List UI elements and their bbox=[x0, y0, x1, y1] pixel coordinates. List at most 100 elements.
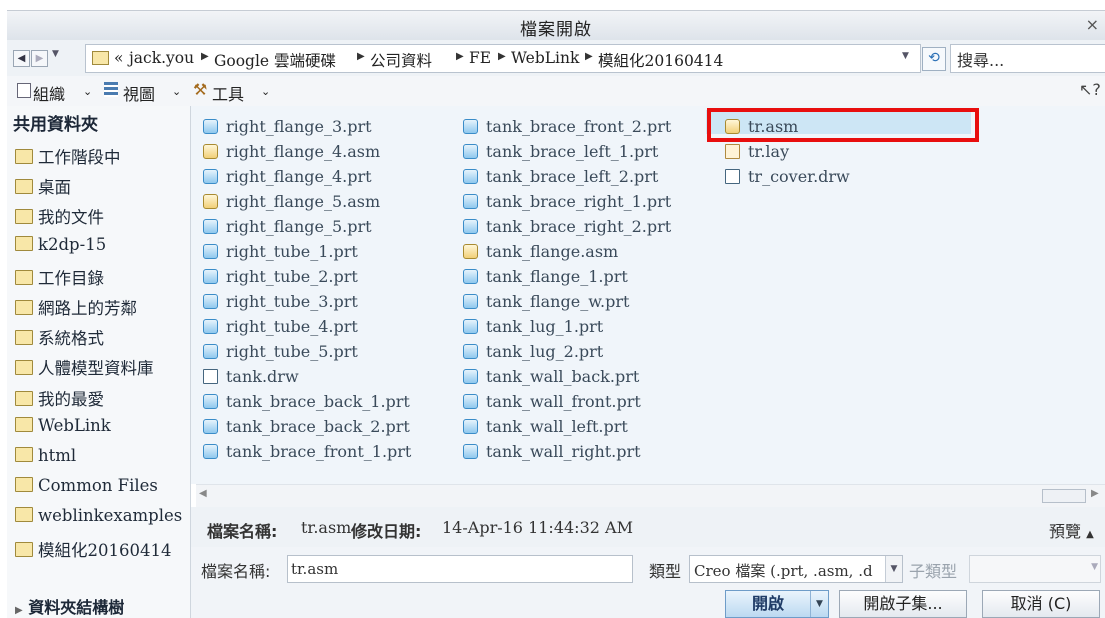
crumb-company-data[interactable]: 公司資料 bbox=[370, 49, 432, 71]
sidebar-item-label: weblinkexamples bbox=[38, 506, 183, 526]
prt-file-icon bbox=[203, 294, 218, 309]
open-subset-button[interactable]: 開啟子集... bbox=[839, 590, 967, 618]
file-item[interactable]: tank_flange.asm bbox=[463, 239, 671, 264]
chevron-down-icon[interactable]: ▼ bbox=[810, 591, 828, 617]
file-item[interactable]: tank_brace_left_1.prt bbox=[463, 139, 671, 164]
preview-toggle[interactable]: 預覽 ▲ bbox=[1049, 518, 1094, 542]
tools-menu[interactable]: 工具 bbox=[212, 81, 244, 105]
close-icon[interactable]: × bbox=[1086, 15, 1099, 34]
file-item[interactable]: right_flange_4.asm bbox=[203, 139, 411, 164]
file-item[interactable]: tank.drw bbox=[203, 364, 411, 389]
expand-icon[interactable]: ▶ bbox=[15, 605, 23, 616]
prt-file-icon bbox=[463, 344, 478, 359]
file-item[interactable]: right_tube_1.prt bbox=[203, 239, 411, 264]
chevron-down-icon[interactable]: ⌄ bbox=[172, 85, 181, 98]
file-item[interactable]: right_flange_5.asm bbox=[203, 189, 411, 214]
crumb-arrow-icon[interactable]: ▶ bbox=[498, 51, 506, 62]
file-item[interactable]: tank_brace_front_1.prt bbox=[203, 439, 411, 464]
file-name: tank_flange_1.prt bbox=[486, 267, 628, 286]
search-input[interactable]: 搜尋... bbox=[950, 44, 1105, 73]
sidebar-item[interactable]: 模組化20160414 bbox=[15, 537, 171, 561]
file-item[interactable]: tank_wall_right.prt bbox=[463, 439, 671, 464]
file-column-1: right_flange_3.prt right_flange_4.asm righ… bbox=[203, 114, 411, 464]
file-item[interactable]: tank_brace_right_1.prt bbox=[463, 189, 671, 214]
file-item[interactable]: right_tube_2.prt bbox=[203, 264, 411, 289]
sidebar-item[interactable]: 網路上的芳鄰 bbox=[15, 295, 137, 319]
file-item[interactable]: tank_brace_left_2.prt bbox=[463, 164, 671, 189]
cancel-button[interactable]: 取消 (C) bbox=[982, 590, 1100, 618]
prt-file-icon bbox=[463, 119, 478, 134]
file-item[interactable]: right_flange_5.prt bbox=[203, 214, 411, 239]
file-item[interactable]: tank_brace_back_1.prt bbox=[203, 389, 411, 414]
file-item[interactable]: right_flange_3.prt bbox=[203, 114, 411, 139]
crumb-fe[interactable]: FE bbox=[469, 49, 491, 67]
crumb-arrow-icon[interactable]: ▶ bbox=[456, 51, 464, 62]
file-item[interactable]: right_tube_3.prt bbox=[203, 289, 411, 314]
file-item[interactable]: tank_brace_right_2.prt bbox=[463, 214, 671, 239]
crumb-jack-you[interactable]: jack.you bbox=[129, 49, 194, 67]
horizontal-scrollbar[interactable]: ◀ ▶ bbox=[196, 484, 1105, 507]
sidebar-item[interactable]: 我的最愛 bbox=[15, 386, 104, 410]
subtype-select[interactable]: ▼ bbox=[969, 555, 1101, 583]
file-item[interactable]: right_tube_4.prt bbox=[203, 314, 411, 339]
sidebar-item-label: html bbox=[38, 446, 77, 465]
sidebar-item-label: Common Files bbox=[38, 476, 158, 496]
address-bar[interactable]: « jack.you ▶ Google 雲端硬碟 ▶ 公司資料 ▶ FE ▶ W… bbox=[85, 44, 921, 73]
scroll-left-icon[interactable]: ◀ bbox=[199, 488, 207, 499]
sidebar-item[interactable]: 工作階段中 bbox=[15, 144, 121, 168]
sidebar-header: 共用資料夾 bbox=[13, 115, 98, 135]
crumb-overflow[interactable]: « bbox=[114, 49, 123, 67]
sidebar-item[interactable]: k2dp-15 bbox=[15, 235, 106, 254]
folder-tree-toggle[interactable]: ▶ 資料夾結構樹 bbox=[15, 594, 124, 618]
crumb-google-drive[interactable]: Google 雲端硬碟 bbox=[214, 49, 336, 71]
crumb-current-folder[interactable]: 模組化20160414 bbox=[598, 49, 723, 71]
file-item[interactable]: tank_lug_2.prt bbox=[463, 339, 671, 364]
file-item[interactable]: tank_lug_1.prt bbox=[463, 314, 671, 339]
sidebar-item-label: 我的文件 bbox=[38, 208, 104, 228]
organize-menu[interactable]: 組織 bbox=[33, 81, 65, 105]
forward-icon[interactable]: ▶ bbox=[31, 50, 48, 67]
crumb-arrow-icon[interactable]: ▶ bbox=[357, 51, 365, 62]
filename-input[interactable]: tr.asm bbox=[287, 555, 633, 583]
sidebar-item[interactable]: Common Files bbox=[15, 476, 158, 495]
history-dropdown-icon[interactable]: ▼ bbox=[52, 49, 59, 59]
file-item[interactable]: right_flange_4.prt bbox=[203, 164, 411, 189]
info-date-label: 修改日期: bbox=[351, 522, 422, 541]
file-item[interactable]: tank_wall_left.prt bbox=[463, 414, 671, 439]
file-item[interactable]: tank_brace_front_2.prt bbox=[463, 114, 671, 139]
crumb-arrow-icon[interactable]: ▶ bbox=[585, 51, 593, 62]
file-item[interactable]: tank_flange_1.prt bbox=[463, 264, 671, 289]
address-dropdown-icon[interactable]: ▼ bbox=[902, 51, 909, 61]
file-item[interactable]: tank_wall_back.prt bbox=[463, 364, 671, 389]
sidebar-item[interactable]: 我的文件 bbox=[15, 204, 104, 228]
crumb-arrow-icon[interactable]: ▶ bbox=[201, 51, 209, 62]
file-item[interactable]: tank_flange_w.prt bbox=[463, 289, 671, 314]
sidebar-item[interactable]: weblinkexamples bbox=[15, 506, 182, 525]
type-select[interactable]: Creo 檔案 (.prt, .asm, .d ▼ bbox=[689, 555, 903, 583]
sidebar-item[interactable]: 系統格式 bbox=[15, 325, 104, 349]
file-item[interactable]: right_tube_5.prt bbox=[203, 339, 411, 364]
chevron-down-icon[interactable]: ▼ bbox=[1091, 562, 1098, 572]
sidebar-item[interactable]: 工作目錄 bbox=[15, 265, 104, 289]
chevron-down-icon[interactable]: ⌄ bbox=[261, 85, 270, 98]
sidebar-item[interactable]: 人體模型資料庫 bbox=[15, 355, 154, 379]
sidebar-item[interactable]: html bbox=[15, 446, 76, 465]
chevron-up-icon[interactable]: ▲ bbox=[1086, 529, 1094, 540]
file-item[interactable]: tr_cover.drw bbox=[725, 164, 850, 189]
sidebar-item-label: 工作目錄 bbox=[38, 268, 104, 288]
file-item[interactable]: tank_wall_front.prt bbox=[463, 389, 671, 414]
file-item[interactable]: tr.lay bbox=[725, 139, 850, 164]
sidebar-item[interactable]: 桌面 bbox=[15, 174, 71, 198]
scroll-thumb[interactable] bbox=[1042, 489, 1086, 503]
view-menu[interactable]: 視圖 bbox=[123, 81, 155, 105]
help-cursor-icon[interactable]: ↖? bbox=[1079, 80, 1101, 99]
back-icon[interactable]: ◀ bbox=[13, 50, 30, 67]
scroll-right-icon[interactable]: ▶ bbox=[1091, 488, 1099, 499]
chevron-down-icon[interactable]: ⌄ bbox=[83, 85, 92, 98]
open-button[interactable]: 開啟 ▼ bbox=[725, 590, 829, 618]
crumb-weblink[interactable]: WebLink bbox=[511, 49, 579, 67]
file-item[interactable]: tank_brace_back_2.prt bbox=[203, 414, 411, 439]
chevron-down-icon[interactable]: ▼ bbox=[885, 556, 902, 582]
refresh-icon[interactable]: ⟲ bbox=[922, 47, 946, 71]
sidebar-item[interactable]: WebLink bbox=[15, 416, 111, 435]
